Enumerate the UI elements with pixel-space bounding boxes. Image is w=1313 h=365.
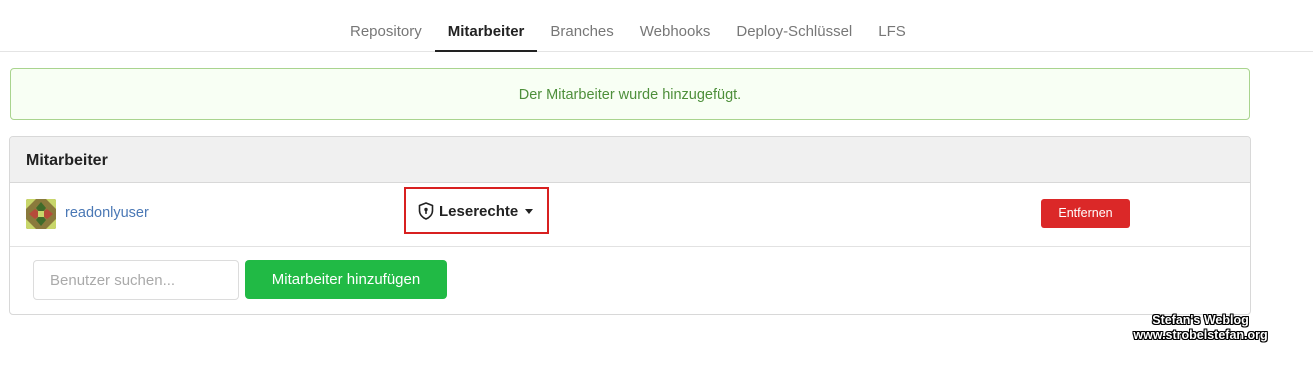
tab-collaborators[interactable]: Mitarbeiter	[434, 0, 538, 52]
watermark-line-1: Stefan's Weblog	[1152, 313, 1249, 327]
tab-deploy-keys[interactable]: Deploy-Schlüssel	[723, 0, 865, 52]
add-collaborator-button[interactable]: Mitarbeiter hinzufügen	[245, 260, 447, 299]
permission-highlight-box: Leserechte	[404, 187, 549, 234]
permission-dropdown[interactable]: Leserechte	[418, 202, 534, 220]
success-flash-message: Der Mitarbeiter wurde hinzugefügt.	[10, 68, 1250, 120]
watermark: Stefan's Weblog www.strobelstefan.org	[1132, 313, 1269, 343]
tab-webhooks[interactable]: Webhooks	[627, 0, 724, 52]
collaborator-username-link[interactable]: readonlyuser	[65, 205, 149, 221]
tab-repository[interactable]: Repository	[337, 0, 435, 52]
remove-collaborator-button[interactable]: Entfernen	[1041, 199, 1130, 228]
shield-icon	[418, 202, 434, 220]
settings-tabs: Repository Mitarbeiter Branches Webhooks…	[337, 0, 919, 52]
tab-lfs[interactable]: LFS	[865, 0, 919, 52]
watermark-line-2: www.strobelstefan.org	[1133, 328, 1268, 342]
collaborators-panel: Mitarbeiter readonlyuser Leserechte Entf…	[9, 136, 1251, 315]
user-search-input[interactable]	[33, 260, 239, 300]
collaborator-row: readonlyuser Leserechte Entfernen	[10, 183, 1250, 247]
tab-branches[interactable]: Branches	[537, 0, 626, 52]
caret-down-icon	[525, 208, 534, 214]
permission-label: Leserechte	[439, 202, 519, 220]
panel-title: Mitarbeiter	[10, 137, 1250, 183]
identicon-avatar[interactable]	[26, 199, 56, 229]
repo-settings-tabbar: Repository Mitarbeiter Branches Webhooks…	[0, 0, 1313, 52]
add-collaborator-row: Mitarbeiter hinzufügen	[10, 247, 1250, 314]
